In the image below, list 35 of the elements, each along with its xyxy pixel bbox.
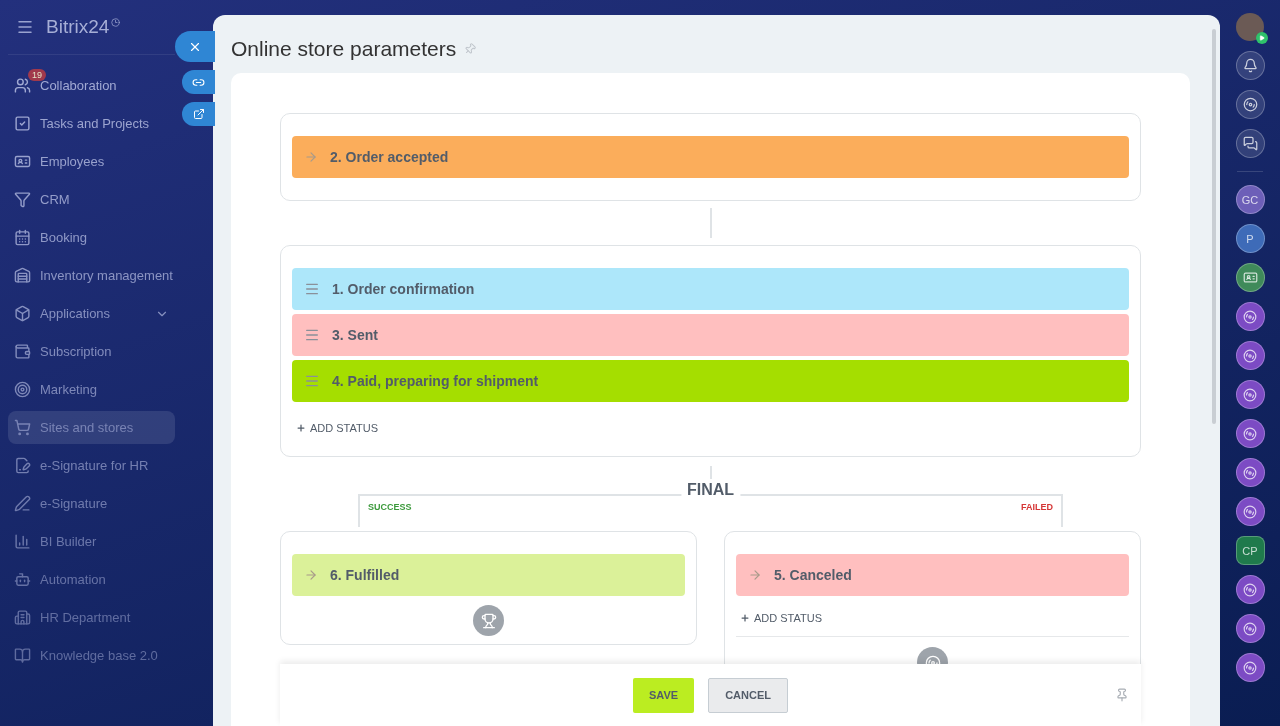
cancel-button[interactable]: CANCEL	[708, 677, 788, 713]
sidebar-item[interactable]: e-Signature for HR	[8, 449, 175, 482]
logo[interactable]: Bitrix24	[46, 16, 110, 38]
sidebar-item[interactable]: 19 Collaboration	[8, 69, 175, 102]
add-status-button[interactable]: ADD STATUS	[736, 612, 827, 624]
final-heading: FINAL	[680, 481, 741, 499]
sidebar-item[interactable]: Applications	[8, 297, 175, 330]
count-badge: 19	[28, 69, 46, 81]
sidebar-item[interactable]: Booking	[8, 221, 175, 254]
sidebar-item[interactable]: BI Builder	[8, 525, 175, 558]
status-bar[interactable]: 4. Paid, preparing for shipment	[292, 360, 1129, 402]
status-bar[interactable]: 2. Order accepted	[292, 136, 1129, 178]
chat-avatar[interactable]: CP	[1235, 536, 1265, 565]
status-bar[interactable]: 5. Canceled	[736, 554, 1129, 596]
sidebar-item[interactable]: Marketing	[8, 373, 175, 406]
status-bar[interactable]: 6. Fulfilled	[292, 554, 685, 596]
sidebar-item[interactable]: Subscription	[8, 335, 175, 368]
status-bar[interactable]: 1. Order confirmation	[292, 268, 1129, 310]
success-label: SUCCESS	[368, 502, 412, 512]
panel-title: Online store parameters	[231, 37, 457, 61]
sidebar-item[interactable]: Tasks and Projects	[8, 107, 175, 140]
sidebar-item[interactable]: Automation	[8, 563, 175, 596]
chat-avatar[interactable]: GC	[1235, 185, 1265, 214]
status-bar[interactable]: 3. Sent	[292, 314, 1129, 356]
add-status-button[interactable]: ADD STATUS	[292, 422, 383, 434]
failed-label: FAILED	[1021, 502, 1053, 512]
sidebar-item[interactable]: Knowledge base 2.0	[8, 639, 175, 672]
sidebar-item[interactable]: Inventory management	[8, 259, 175, 292]
sidebar-item[interactable]: e-Signature	[8, 487, 175, 520]
save-button[interactable]: SAVE	[633, 677, 695, 713]
sidebar-item[interactable]: Sites and stores	[8, 411, 175, 444]
sidebar-item[interactable]: Employees	[8, 145, 175, 178]
chat-avatar[interactable]: P	[1235, 224, 1265, 253]
sidebar-item[interactable]: HR Department	[8, 601, 175, 634]
sidebar-item[interactable]: CRM	[8, 183, 175, 216]
